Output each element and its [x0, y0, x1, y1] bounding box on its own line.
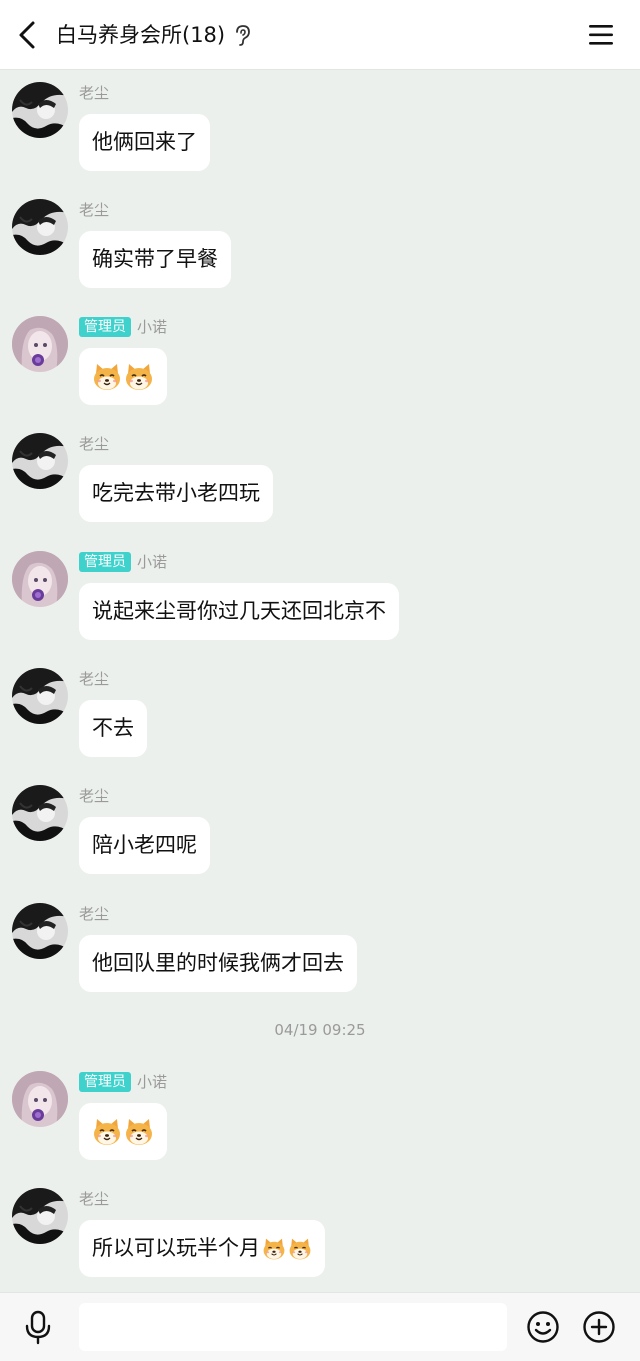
- avatar[interactable]: [12, 199, 68, 255]
- sender-name: 小诺: [137, 318, 168, 336]
- chat-message-list[interactable]: 老尘 他俩回来了 老尘 确实带了早餐 管理员 小诺 老尘 吃完去带小老四玩 管理…: [0, 70, 640, 1292]
- avatar[interactable]: [12, 785, 68, 841]
- sender-name: 老尘: [79, 1190, 110, 1208]
- message-bubble[interactable]: 不去: [79, 700, 147, 757]
- emoji-icon[interactable]: [526, 1310, 560, 1344]
- page-title[interactable]: 白马养身会所(18): [56, 20, 225, 50]
- message-bubble[interactable]: 陪小老四呢: [79, 817, 210, 874]
- message-text: 陪小老四呢: [92, 833, 197, 857]
- message-bubble[interactable]: 吃完去带小老四玩: [79, 465, 273, 522]
- message-text: 确实带了早餐: [92, 247, 218, 271]
- sender-name: 小诺: [137, 553, 168, 571]
- sender-name: 老尘: [79, 787, 110, 805]
- shiba-dog-emoji: [262, 1237, 286, 1261]
- message-text: 他俩回来了: [92, 130, 197, 154]
- chevron-left-icon[interactable]: [12, 18, 44, 52]
- hamburger-menu-icon[interactable]: [584, 20, 618, 50]
- avatar[interactable]: [12, 903, 68, 959]
- avatar[interactable]: [12, 1071, 68, 1127]
- input-bar: [0, 1292, 640, 1361]
- message-text: 不去: [92, 716, 134, 740]
- avatar[interactable]: [12, 433, 68, 489]
- message-bubble[interactable]: 他俩回来了: [79, 114, 210, 171]
- message-text: 吃完去带小老四玩: [92, 481, 260, 505]
- avatar[interactable]: [12, 551, 68, 607]
- message-bubble[interactable]: 说起来尘哥你过几天还回北京不: [79, 583, 399, 640]
- sender-name: 老尘: [79, 905, 110, 923]
- admin-badge: 管理员: [79, 317, 131, 337]
- message-timestamp: 04/19 09:25: [274, 1021, 366, 1039]
- plus-icon[interactable]: [582, 1310, 616, 1344]
- ear-icon[interactable]: [232, 23, 252, 47]
- message-bubble[interactable]: 他回队里的时候我俩才回去: [79, 935, 357, 992]
- avatar[interactable]: [12, 668, 68, 724]
- avatar[interactable]: [12, 1188, 68, 1244]
- shiba-dog-emoji: [92, 1117, 122, 1147]
- sender-name: 老尘: [79, 84, 110, 102]
- avatar[interactable]: [12, 82, 68, 138]
- message-bubble[interactable]: [79, 1103, 167, 1160]
- message-bubble[interactable]: 确实带了早餐: [79, 231, 231, 288]
- sender-name: 小诺: [137, 1073, 168, 1091]
- chat-header: 白马养身会所(18): [0, 0, 640, 70]
- avatar[interactable]: [12, 316, 68, 372]
- message-text: 说起来尘哥你过几天还回北京不: [92, 599, 386, 623]
- sender-name: 老尘: [79, 201, 110, 219]
- shiba-dog-emoji: [92, 362, 122, 392]
- admin-badge: 管理员: [79, 1072, 131, 1092]
- message-text: 他回队里的时候我俩才回去: [92, 951, 344, 975]
- message-input[interactable]: [79, 1303, 507, 1351]
- microphone-icon[interactable]: [22, 1309, 54, 1345]
- message-bubble[interactable]: 所以可以玩半个月: [79, 1220, 325, 1277]
- shiba-dog-emoji: [124, 362, 154, 392]
- shiba-dog-emoji: [124, 1117, 154, 1147]
- admin-badge: 管理员: [79, 552, 131, 572]
- sender-name: 老尘: [79, 670, 110, 688]
- message-text: 所以可以玩半个月: [92, 1236, 260, 1260]
- shiba-dog-emoji: [288, 1237, 312, 1261]
- message-bubble[interactable]: [79, 348, 167, 405]
- sender-name: 老尘: [79, 435, 110, 453]
